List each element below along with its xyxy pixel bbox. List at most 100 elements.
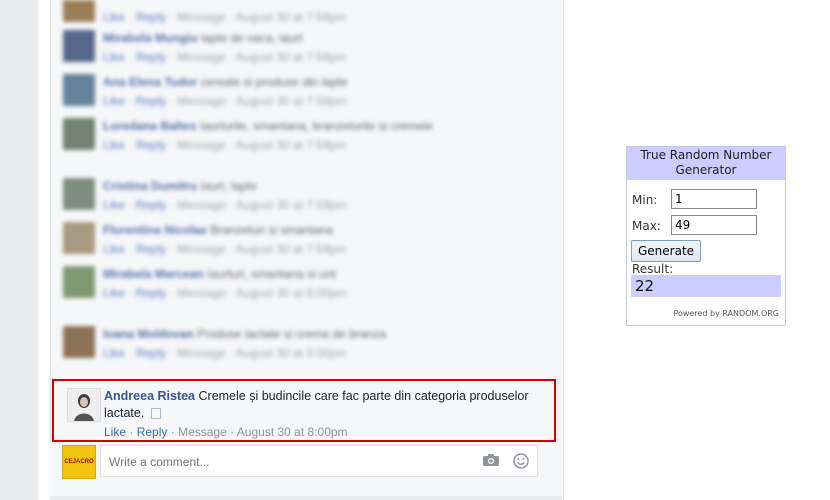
min-input[interactable] (671, 189, 757, 209)
comment-actions: Like · Reply · Message · August 30 at 7:… (103, 242, 347, 256)
avatar[interactable] (63, 178, 95, 210)
avatar[interactable] (63, 30, 95, 62)
avatar[interactable] (63, 0, 95, 22)
comment-author[interactable]: Florentina Nicolae (103, 223, 210, 237)
comment-timestamp[interactable]: August 30 at 8:00pm (236, 346, 347, 360)
message-link[interactable]: Message (177, 346, 226, 360)
like-link[interactable]: Like (103, 10, 125, 24)
comment-actions: Like · Reply · Message · August 30 at 8:… (103, 286, 347, 300)
message-link[interactable]: Message (177, 10, 226, 24)
comment-timestamp[interactable]: August 30 at 8:00pm (237, 425, 348, 439)
like-link[interactable]: Like (103, 242, 125, 256)
comment-timestamp[interactable]: August 30 at 7:58pm (236, 94, 347, 108)
page-logo: CEJACRO (62, 445, 96, 479)
message-link[interactable]: Message (177, 198, 226, 212)
separator-dot: · (230, 425, 237, 439)
comment-box[interactable] (100, 445, 538, 477)
separator-dot: · (166, 286, 178, 300)
separator-dot: · (225, 286, 236, 300)
separator-dot: · (166, 346, 178, 360)
comment-timestamp[interactable]: August 30 at 7:59pm (236, 198, 347, 212)
separator-dot: · (225, 138, 236, 152)
separator-dot: · (225, 346, 236, 360)
separator-dot: · (125, 198, 136, 212)
comment-text: Iaurt, lapte (200, 179, 258, 193)
separator-dot: · (166, 198, 178, 212)
max-input[interactable] (671, 215, 757, 235)
like-link[interactable]: Like (103, 198, 125, 212)
random-number-generator-widget: True Random Number Generator Min: Max: G… (626, 146, 786, 326)
like-link[interactable]: Like (103, 286, 125, 300)
separator-dot: · (125, 346, 136, 360)
comment-author[interactable]: Andreea Ristea (104, 389, 195, 403)
separator-dot: · (125, 10, 136, 24)
like-link[interactable]: Like (103, 94, 125, 108)
comment-author[interactable]: Ana Elena Tudor (103, 75, 201, 89)
message-link[interactable]: Message (177, 242, 226, 256)
result-label: Result: (632, 262, 674, 276)
comment-timestamp[interactable]: August 30 at 8:00pm (236, 286, 347, 300)
comment-author[interactable]: Loredana Baltes (103, 119, 200, 133)
like-link[interactable]: Like (104, 425, 126, 439)
avatar[interactable] (63, 118, 95, 150)
emoji-icon[interactable] (513, 453, 529, 469)
reply-link[interactable]: Reply (136, 138, 167, 152)
comment-timestamp[interactable]: August 30 at 7:59pm (236, 138, 347, 152)
separator-dot: · (129, 425, 137, 439)
reply-link[interactable]: Reply (136, 10, 167, 24)
generate-button[interactable]: Generate (631, 240, 701, 262)
like-link[interactable]: Like (103, 346, 125, 360)
reply-link[interactable]: Reply (136, 198, 167, 212)
comment-author[interactable]: Mirabela Mungiu (103, 31, 201, 45)
reply-link[interactable]: Reply (137, 425, 168, 439)
avatar[interactable] (63, 222, 95, 254)
max-label: Max: (632, 219, 661, 233)
message-link[interactable]: Message (177, 50, 226, 64)
comment-text: Iaurturi, smantana si unt (207, 267, 336, 281)
page-logo-text: CEJACRO (64, 459, 94, 465)
comment-author[interactable]: Mirabela Marcean (103, 267, 207, 281)
reply-link[interactable]: Reply (136, 346, 167, 360)
message-link[interactable]: Message (177, 94, 226, 108)
comment-author[interactable]: Cristina Dumitru (103, 179, 200, 193)
avatar[interactable] (63, 74, 95, 106)
comment-actions: Like · Reply · Message · August 30 at 7:… (103, 10, 347, 24)
message-link[interactable]: Message (177, 286, 226, 300)
separator-dot: · (166, 94, 178, 108)
powered-by-link[interactable]: Powered by RANDOM.ORG (673, 309, 779, 318)
min-label: Min: (632, 193, 658, 207)
avatar[interactable] (67, 388, 101, 422)
camera-icon[interactable] (483, 454, 499, 466)
message-link[interactable]: Message (178, 425, 227, 439)
result-value: 22 (631, 275, 781, 297)
rng-title: True Random Number Generator (627, 147, 785, 180)
comment-text: Branzeturi si smantana (210, 223, 334, 237)
comment-actions: Like · Reply · Message · August 30 at 7:… (103, 198, 347, 212)
reply-link[interactable]: Reply (136, 286, 167, 300)
separator-dot: · (225, 198, 236, 212)
like-link[interactable]: Like (103, 50, 125, 64)
comment-input[interactable] (107, 452, 471, 472)
comment-text: Iaurturile, smantana, branzeturile si cr… (199, 119, 434, 133)
like-link[interactable]: Like (103, 138, 125, 152)
separator-dot: · (166, 138, 178, 152)
translate-icon[interactable] (150, 408, 161, 420)
comment-timestamp[interactable]: August 30 at 7:58pm (236, 10, 347, 24)
separator-dot: · (225, 10, 236, 24)
comment-timestamp[interactable]: August 30 at 7:59pm (236, 242, 347, 256)
comment-actions: Like · Reply · Message · August 30 at 8:… (103, 346, 347, 360)
reply-link[interactable]: Reply (136, 242, 167, 256)
highlighted-comment: Andreea Ristea Cremele și budincile care… (52, 379, 556, 442)
message-link[interactable]: Message (177, 138, 226, 152)
separator-dot: · (125, 286, 136, 300)
comment-actions: Like · Reply · Message · August 30 at 8:… (104, 425, 348, 439)
reply-link[interactable]: Reply (136, 50, 167, 64)
comment-author[interactable]: Ioana Moldovan (103, 327, 197, 341)
separator-dot: · (166, 10, 178, 24)
comment-text: cereale si produse din lapte (200, 75, 348, 89)
avatar[interactable] (63, 326, 95, 358)
comment-timestamp[interactable]: August 30 at 7:58pm (236, 50, 347, 64)
reply-link[interactable]: Reply (136, 94, 167, 108)
avatar[interactable] (63, 266, 95, 298)
separator-dot: · (125, 94, 136, 108)
